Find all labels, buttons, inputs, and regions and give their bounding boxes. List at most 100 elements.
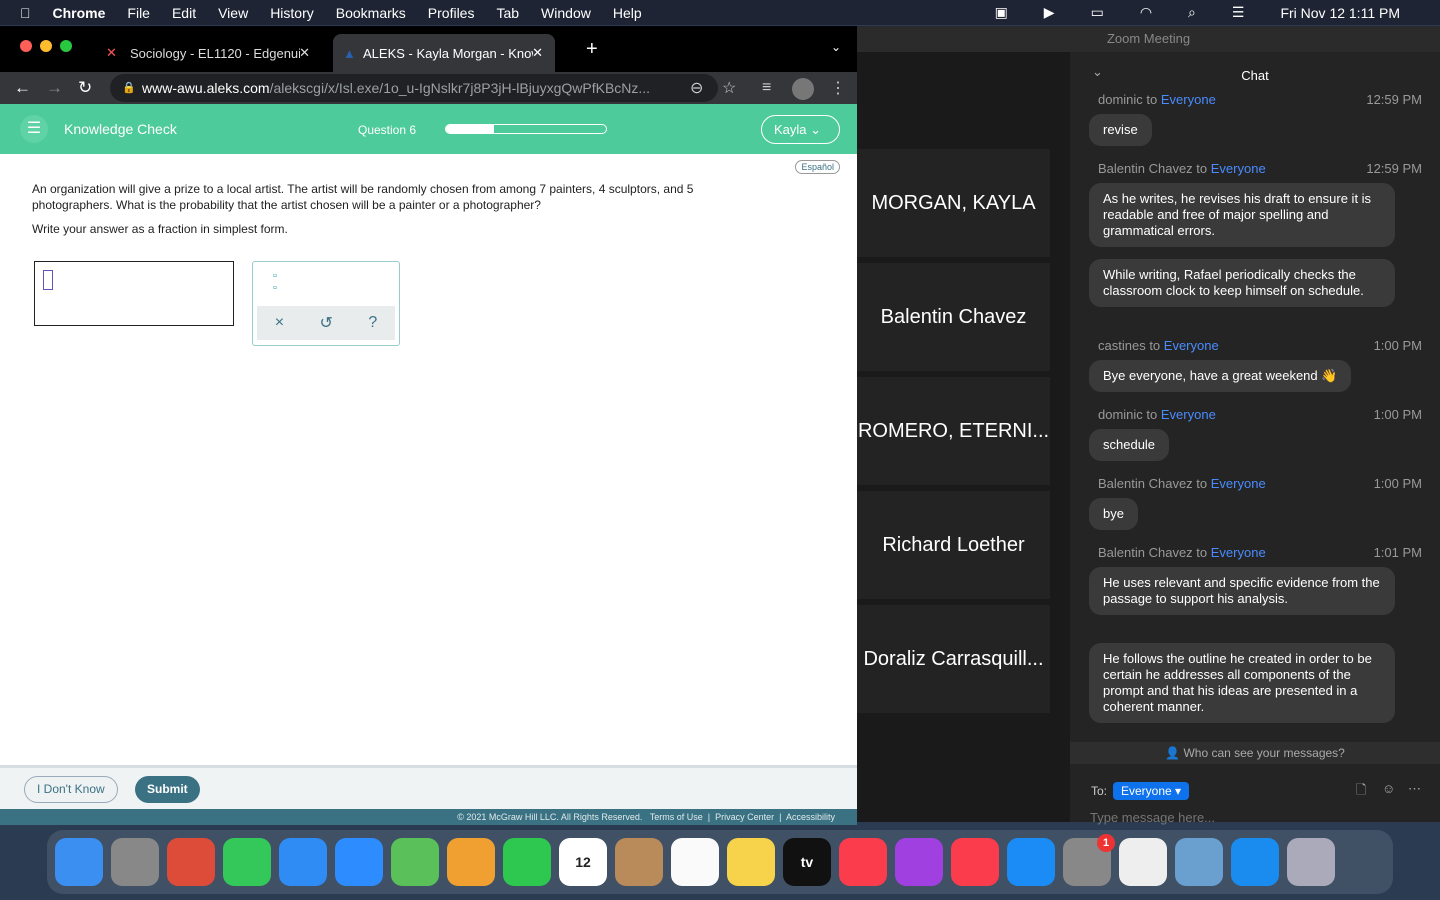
- recipient-name[interactable]: Everyone: [1211, 476, 1266, 491]
- terms-link[interactable]: Terms of Use: [650, 812, 703, 822]
- participant-tile[interactable]: ROMERO, ETERNI...: [857, 377, 1050, 485]
- tab-search-chevron-icon[interactable]: ⌄: [831, 40, 841, 54]
- dock-podcasts-icon[interactable]: [895, 838, 943, 886]
- new-tab-button[interactable]: +: [586, 38, 598, 61]
- participant-tile[interactable]: Balentin Chavez: [857, 263, 1050, 371]
- dock-textedit-icon[interactable]: [1119, 838, 1167, 886]
- reload-icon[interactable]: ↻: [78, 78, 92, 98]
- url-bar[interactable]: 🔒 www-awu.aleks.com/alekscgi/x/Isl.exe/1…: [110, 74, 718, 102]
- menu-app-name[interactable]: Chrome: [53, 5, 106, 21]
- user-menu-button[interactable]: Kayla ⌄: [761, 115, 840, 144]
- dock-maps-icon[interactable]: [391, 838, 439, 886]
- participant-tile[interactable]: Richard Loether: [857, 491, 1050, 599]
- close-tab-icon[interactable]: ✕: [532, 45, 543, 61]
- more-menu-icon[interactable]: ⋮: [830, 78, 846, 98]
- answer-input[interactable]: [34, 261, 234, 326]
- forward-icon[interactable]: →: [46, 78, 63, 98]
- dock-chrome-icon[interactable]: [167, 838, 215, 886]
- more-icon[interactable]: ⋯: [1408, 781, 1421, 797]
- maximize-window-button[interactable]: [60, 40, 72, 52]
- espanol-button[interactable]: Español: [795, 160, 840, 174]
- progress-fill: [446, 125, 494, 133]
- chat-message-input[interactable]: [1090, 810, 1420, 825]
- close-window-button[interactable]: [20, 40, 32, 52]
- clear-button[interactable]: ×: [275, 314, 284, 332]
- edgenuity-favicon-icon: ✕: [106, 45, 117, 60]
- battery-icon[interactable]: ▭: [1091, 4, 1104, 21]
- dock-photos-icon[interactable]: [447, 838, 495, 886]
- dock-calendar-icon[interactable]: 12: [559, 838, 607, 886]
- dock-finder-icon[interactable]: [55, 838, 103, 886]
- i-dont-know-button[interactable]: I Don't Know: [24, 776, 118, 803]
- dock-notes-icon[interactable]: [727, 838, 775, 886]
- menu-edit[interactable]: Edit: [172, 5, 196, 21]
- file-icon[interactable]: 🗋: [1356, 781, 1366, 803]
- menu-bookmarks[interactable]: Bookmarks: [336, 5, 406, 21]
- wifi-icon[interactable]: ◠: [1140, 4, 1152, 21]
- dock-launchpad-icon[interactable]: [111, 838, 159, 886]
- menu-help[interactable]: Help: [613, 5, 642, 21]
- close-tab-icon[interactable]: ✕: [299, 45, 310, 61]
- back-icon[interactable]: ←: [14, 78, 31, 98]
- help-button[interactable]: ?: [368, 314, 377, 332]
- media-control-icon[interactable]: ≡: [762, 79, 771, 97]
- recipient-name[interactable]: Everyone: [1161, 92, 1216, 107]
- spotlight-icon[interactable]: ⌕: [1188, 4, 1196, 21]
- menu-tab[interactable]: Tab: [496, 5, 519, 21]
- tab-strip: ✕ Sociology - EL1120 - Edgenuity ✕ ▲ ALE…: [0, 26, 857, 72]
- dock-safari-icon[interactable]: [1231, 838, 1279, 886]
- tab-edgenuity[interactable]: ✕ Sociology - EL1120 - Edgenuity ✕: [100, 34, 322, 72]
- dock-zoom-icon[interactable]: [335, 838, 383, 886]
- who-can-see-button[interactable]: 👤 Who can see your messages?: [1070, 742, 1440, 764]
- chat-messages[interactable]: dominic to Everyone 12:59 PM revise Balenti…: [1070, 92, 1440, 735]
- recipient-name[interactable]: Everyone: [1161, 407, 1216, 422]
- dock-trash-icon[interactable]: [1287, 838, 1335, 886]
- submit-button[interactable]: Submit: [135, 776, 200, 803]
- apple-menu-icon[interactable]: : [20, 5, 31, 21]
- sender-name: dominic: [1098, 407, 1143, 422]
- tab-aleks[interactable]: ▲ ALEKS - Kayla Morgan - Knowl ✕: [333, 34, 555, 72]
- participant-name: Doraliz Carrasquill...: [863, 647, 1044, 670]
- clock[interactable]: Fri Nov 12 1:11 PM: [1280, 5, 1400, 21]
- zoom-status-icon[interactable]: ▣: [995, 4, 1008, 21]
- recipient-name[interactable]: Everyone: [1164, 338, 1219, 353]
- address-bar-row: ← → ↻ 🔒 www-awu.aleks.com/alekscgi/x/Isl…: [0, 72, 857, 104]
- hamburger-menu-icon[interactable]: ☰: [20, 115, 48, 143]
- dock-preview-icon[interactable]: [1175, 838, 1223, 886]
- dock-app-store-icon[interactable]: [1007, 838, 1055, 886]
- privacy-link[interactable]: Privacy Center: [715, 812, 774, 822]
- recipient-dropdown[interactable]: Everyone ▾: [1113, 782, 1190, 800]
- participant-tile[interactable]: MORGAN, KAYLA: [857, 149, 1050, 257]
- emoji-icon[interactable]: ☺: [1382, 781, 1395, 796]
- accessibility-link[interactable]: Accessibility: [786, 812, 835, 822]
- dock-news-icon[interactable]: [951, 838, 999, 886]
- menu-view[interactable]: View: [218, 5, 248, 21]
- menu-history[interactable]: History: [270, 5, 314, 21]
- instruction-text: Write your answer as a fraction in simpl…: [32, 222, 288, 236]
- control-center-icon[interactable]: ☰: [1232, 4, 1245, 21]
- chrome-window: ✕ Sociology - EL1120 - Edgenuity ✕ ▲ ALE…: [0, 26, 857, 825]
- dock-reminders-icon[interactable]: [671, 838, 719, 886]
- menu-file[interactable]: File: [127, 5, 150, 21]
- minimize-window-button[interactable]: [40, 40, 52, 52]
- play-icon[interactable]: ▶: [1044, 4, 1055, 21]
- profile-avatar[interactable]: [792, 78, 814, 100]
- url-path: /alekscgi/x/Isl.exe/1o_u-IgNslkr7j8P3jH-…: [269, 80, 651, 96]
- dock-system-preferences-icon[interactable]: 1: [1063, 834, 1115, 886]
- dock-mail-icon[interactable]: [279, 838, 327, 886]
- recipient-name[interactable]: Everyone: [1211, 545, 1266, 560]
- zoom-page-icon[interactable]: ⊖: [690, 78, 703, 98]
- recipient-name[interactable]: Everyone: [1211, 161, 1266, 176]
- participant-tile[interactable]: Doraliz Carrasquill...: [857, 605, 1050, 713]
- menu-profiles[interactable]: Profiles: [428, 5, 475, 21]
- fraction-button[interactable]: ▫ ▫: [273, 270, 277, 294]
- menu-window[interactable]: Window: [541, 5, 591, 21]
- dock-music-icon[interactable]: [839, 838, 887, 886]
- bookmark-star-icon[interactable]: ☆: [722, 78, 736, 98]
- undo-button[interactable]: ↺: [320, 313, 333, 333]
- dock-messages-icon[interactable]: [223, 838, 271, 886]
- dock-facetime-icon[interactable]: [503, 838, 551, 886]
- notification-badge: 1: [1097, 834, 1115, 852]
- dock-contacts-icon[interactable]: [615, 838, 663, 886]
- dock-tv-icon[interactable]: tv: [783, 838, 831, 886]
